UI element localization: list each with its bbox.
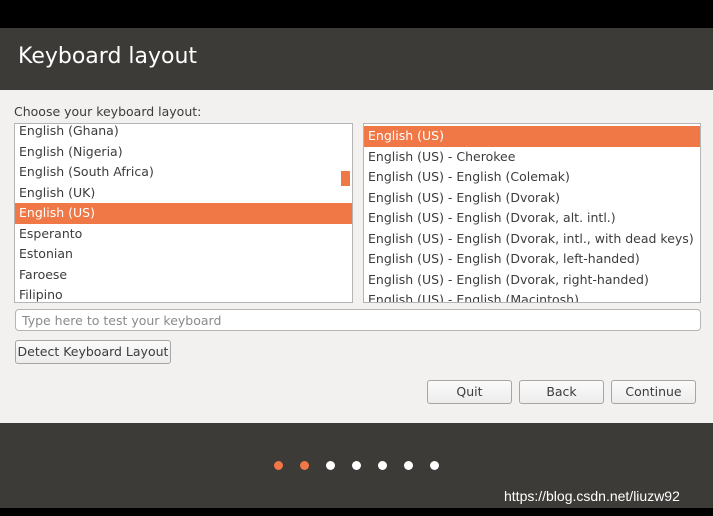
progress-dot [352,461,361,470]
layout-list-item[interactable]: English (UK) [15,183,352,204]
progress-dot [430,461,439,470]
layout-list-item[interactable]: Estonian [15,244,352,265]
progress-dot [404,461,413,470]
progress-dot [326,461,335,470]
layout-list-item[interactable]: English (Ghana) [15,124,352,142]
variant-list-item[interactable]: English (US) - English (Macintosh) [364,290,700,302]
layout-list-item[interactable]: Filipino [15,285,352,302]
variant-list-item[interactable]: English (US) [364,126,700,147]
continue-button[interactable]: Continue [611,380,696,404]
variant-list-item[interactable]: English (US) - English (Dvorak, right-ha… [364,270,700,291]
variant-list-item[interactable]: English (US) - English (Dvorak, intl., w… [364,229,700,250]
page-title: Keyboard layout [18,44,198,69]
layout-list-item[interactable]: English (Nigeria) [15,142,352,163]
footer: https://blog.csdn.net/liuzw92 [0,423,713,516]
variant-list-item[interactable]: English (US) - Cherokee [364,147,700,168]
progress-dot [378,461,387,470]
header: Keyboard layout [0,28,713,90]
quit-button[interactable]: Quit [427,380,512,404]
variant-list[interactable]: English (US) English (US) - Cherokee Engli… [363,123,701,303]
progress-dot [300,461,309,470]
keyboard-test-input[interactable] [15,309,701,331]
variant-list-item[interactable]: English (US) - English (Colemak) [364,167,700,188]
watermark: https://blog.csdn.net/liuzw92 [504,488,680,504]
layout-list-item[interactable]: Esperanto [15,224,352,245]
layout-list-scrollbar-thumb[interactable] [341,171,350,186]
progress-dot [274,461,283,470]
back-button[interactable]: Back [519,380,604,404]
layout-list-item[interactable]: English (South Africa) [15,162,352,183]
layout-prompt: Choose your keyboard layout: [14,104,202,119]
layout-list-item[interactable]: Faroese [15,265,352,286]
top-bar [0,0,713,28]
layout-list-item[interactable]: English (US) [15,203,352,224]
bottom-bar [0,508,713,516]
detect-layout-button[interactable]: Detect Keyboard Layout [15,340,171,364]
variant-list-item[interactable]: English (US) - English (Dvorak, left-han… [364,249,700,270]
layout-list[interactable]: English (Ghana) English (Nigeria) English … [14,123,353,303]
variant-list-item[interactable]: English (US) - English (Dvorak, alt. int… [364,208,700,229]
main-content: Choose your keyboard layout: English (Gh… [0,90,713,423]
variant-list-item[interactable]: English (US) - English (Dvorak) [364,188,700,209]
